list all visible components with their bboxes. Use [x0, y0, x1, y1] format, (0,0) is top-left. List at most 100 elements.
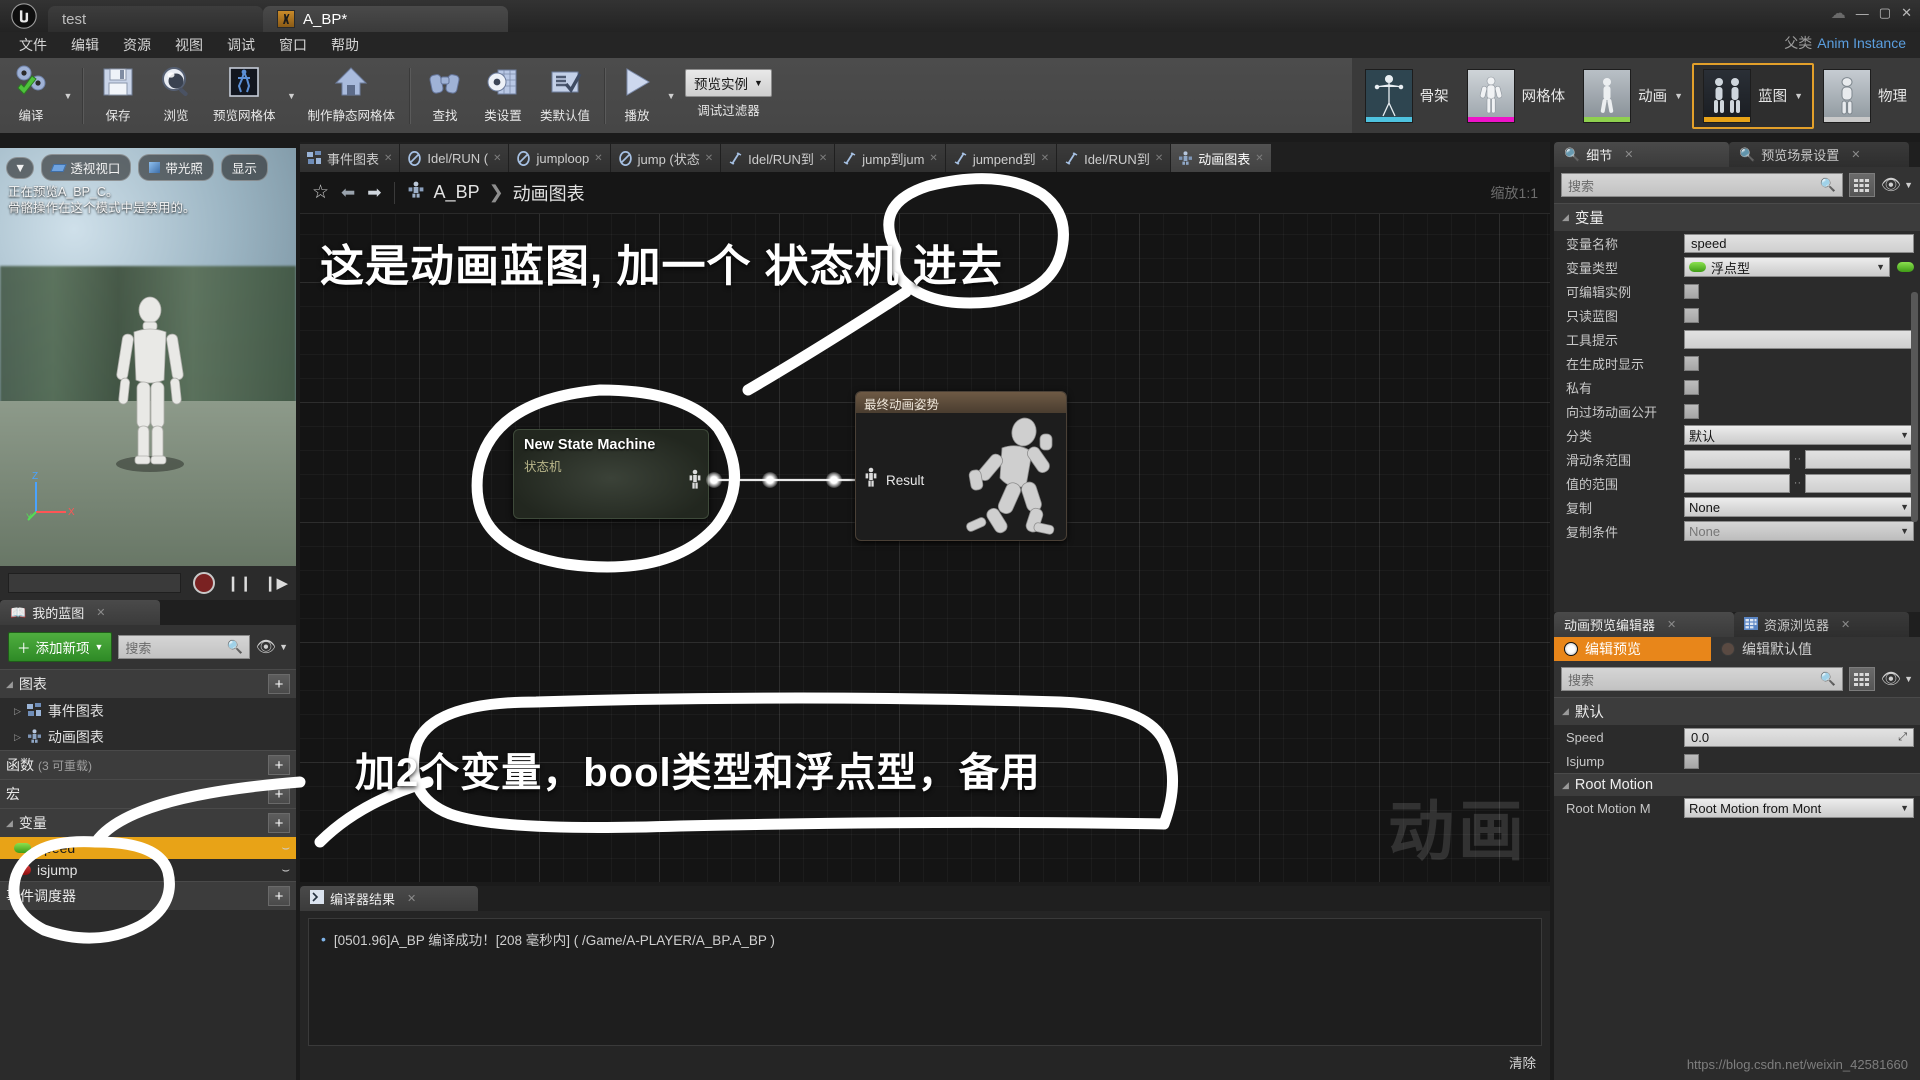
graph-item-event-graph[interactable]: ▷ 事件图表 [0, 698, 296, 724]
anim-preview-grid-view-button[interactable] [1848, 667, 1875, 691]
mode-button-physics[interactable]: 物理 [1814, 63, 1916, 129]
back-arrow-icon[interactable]: ⬅ [341, 183, 355, 203]
mode-button-animation[interactable]: 动画 ▼ [1574, 63, 1692, 129]
replication-condition-dropdown[interactable]: None ▼ [1684, 521, 1914, 541]
breadcrumb-item-blueprint[interactable]: A_BP [434, 182, 480, 203]
slider-range-min-input[interactable] [1684, 449, 1790, 469]
section-header-event-dispatchers[interactable]: 事件调度器 + [0, 881, 296, 910]
mode-button-skeleton[interactable]: 骨架 [1356, 63, 1458, 129]
close-icon[interactable]: ✕ [1041, 153, 1049, 164]
slider-range-max-input[interactable] [1805, 449, 1911, 469]
tab-compiler-results[interactable]: 编译器结果 ✕ [300, 886, 478, 911]
tooltip-input[interactable] [1684, 329, 1914, 349]
tab-preview-scene-settings[interactable]: 🔍 预览场景设置 ✕ [1729, 142, 1909, 167]
variable-type-dropdown[interactable]: 浮点型 ▼ [1684, 257, 1890, 277]
menu-item-asset[interactable]: 资源 [112, 32, 162, 58]
graph-item-anim-graph[interactable]: ▷ 动画图表 [0, 724, 296, 750]
mode-button-blueprint[interactable]: 蓝图 ▼ [1692, 62, 1814, 129]
breadcrumb-item-anim-graph[interactable]: 动画图表 [513, 180, 585, 206]
section-header-variables[interactable]: ◢ 变量 + [0, 808, 296, 837]
editable-instance-checkbox[interactable] [1684, 283, 1699, 299]
tab-my-blueprint[interactable]: 📖 我的蓝图 ✕ [0, 600, 160, 625]
anim-preview-search-input[interactable]: 搜索 🔍 [1561, 667, 1843, 691]
close-icon[interactable]: ✕ [929, 153, 937, 164]
menu-item-edit[interactable]: 编辑 [60, 32, 110, 58]
make-static-mesh-button[interactable]: 制作静态网格体 [300, 61, 404, 131]
preview-viewport[interactable]: ▼ 透视视口 带光照 显示 正在预览A_BP_C。 骨骼操作在这个模式中是禁用的… [0, 148, 296, 600]
close-button[interactable]: ✕ [1901, 5, 1912, 21]
close-icon[interactable]: ✕ [407, 892, 416, 905]
visibility-options-button[interactable]: 👁 ▼ [256, 637, 288, 657]
viewport-show-button[interactable]: 显示 [220, 154, 268, 181]
menu-item-view[interactable]: 视图 [164, 32, 214, 58]
add-variable-button[interactable]: + [268, 813, 290, 833]
close-icon[interactable]: ✕ [1851, 148, 1860, 161]
window-tab-abp[interactable]: A_BP* [263, 6, 508, 32]
tab-asset-browser[interactable]: 资源浏览器 ✕ [1734, 612, 1909, 637]
graph-tab-transition-1[interactable]: Idel/RUN到 ✕ [721, 144, 835, 172]
value-range-min-input[interactable] [1684, 473, 1790, 493]
variable-visibility-icon[interactable]: ⌣ [281, 862, 290, 878]
save-button[interactable]: 保存 [89, 61, 147, 131]
minimize-button[interactable]: — [1856, 6, 1869, 21]
details-scrollbar[interactable] [1911, 292, 1918, 522]
root-motion-mode-dropdown[interactable]: Root Motion from Mont ▼ [1684, 798, 1914, 818]
preview-mesh-chevron-down-icon[interactable]: ▼ [284, 61, 300, 131]
variable-visibility-icon[interactable]: ⌣ [281, 840, 290, 856]
clear-log-button[interactable]: 清除 [1509, 1052, 1536, 1072]
add-graph-button[interactable]: + [268, 674, 290, 694]
close-icon[interactable]: ✕ [96, 606, 105, 619]
add-macro-button[interactable]: + [268, 784, 290, 804]
close-icon[interactable]: ✕ [1155, 153, 1163, 164]
close-icon[interactable]: ✕ [1255, 153, 1263, 164]
anim-preview-visibility-button[interactable]: 👁 ▼ [1881, 669, 1913, 689]
viewport-scrubber[interactable] [8, 573, 181, 593]
close-icon[interactable]: ✕ [819, 153, 827, 164]
viewport-perspective-button[interactable]: 透视视口 [41, 154, 132, 181]
speed-input[interactable]: 0.0 ⤢ [1684, 727, 1914, 747]
close-icon[interactable]: ✕ [1667, 618, 1676, 631]
preview-mesh-button[interactable]: 预览网格体 [205, 61, 284, 131]
drag-handle-icon[interactable]: ⤢ [1898, 731, 1907, 744]
type-pin-swatch-icon[interactable] [1897, 262, 1914, 272]
viewport-options-chevron-down-icon[interactable]: ▼ [6, 156, 35, 179]
pause-icon[interactable]: ❙❙ [227, 574, 252, 592]
window-controls[interactable]: ☁ — ▢ ✕ [1831, 4, 1912, 22]
toggle-edit-defaults[interactable]: 编辑默认值 [1711, 637, 1822, 661]
menu-item-debug[interactable]: 调试 [216, 32, 266, 58]
add-dispatcher-button[interactable]: + [268, 886, 290, 906]
compiler-log[interactable]: • [0501.96]A_BP 编译成功！[208 毫秒内] ( /Game/A… [308, 918, 1542, 1046]
close-icon[interactable]: ✕ [384, 153, 392, 164]
section-header-graphs[interactable]: ◢ 图表 + [0, 669, 296, 698]
variable-item-speed[interactable]: speed ⌣ [0, 837, 296, 859]
variable-name-input[interactable]: speed [1684, 233, 1914, 253]
pose-pin-icon[interactable] [688, 469, 702, 496]
compile-button[interactable]: 编译 [2, 61, 60, 131]
debug-filter-dropdown[interactable]: 预览实例 ▼ [685, 68, 772, 97]
my-blueprint-search-input[interactable]: 搜索 🔍 [118, 635, 250, 659]
viewport-lit-button[interactable]: 带光照 [138, 154, 214, 181]
details-category-variable[interactable]: ◢ 变量 [1554, 203, 1920, 231]
maximize-button[interactable]: ▢ [1879, 5, 1891, 21]
close-icon[interactable]: ✕ [1624, 148, 1633, 161]
value-range-max-input[interactable] [1805, 473, 1911, 493]
variable-item-isjump[interactable]: isjump ⌣ [0, 859, 296, 881]
details-visibility-button[interactable]: 👁 ▼ [1881, 175, 1913, 195]
blueprint-readonly-checkbox[interactable] [1684, 307, 1699, 323]
parent-class-value[interactable]: Anim Instance [1817, 35, 1906, 51]
menu-item-file[interactable]: 文件 [8, 32, 58, 58]
isjump-checkbox[interactable] [1684, 753, 1699, 769]
section-header-functions[interactable]: 函数 (3 可重载) + [0, 750, 296, 779]
details-search-input[interactable]: 搜索 🔍 [1561, 173, 1843, 197]
show-on-spawn-checkbox[interactable] [1684, 355, 1699, 371]
graph-tab-transition-2[interactable]: jump到jum ✕ [835, 144, 945, 172]
toggle-edit-preview[interactable]: 编辑预览 [1554, 637, 1711, 661]
step-icon[interactable]: ❙▶ [264, 574, 288, 592]
category-dropdown[interactable]: 默认 ▼ [1684, 425, 1914, 445]
class-defaults-button[interactable]: 类默认值 [532, 61, 598, 131]
pose-pin-icon[interactable] [864, 467, 878, 494]
graph-tab-transition-4[interactable]: Idel/RUN到 ✕ [1057, 144, 1171, 172]
add-new-button[interactable]: ＋ 添加新项 ▼ [8, 632, 113, 662]
node-final-animation-pose[interactable]: 最终动画姿势 Result [855, 391, 1067, 541]
mode-button-mesh[interactable]: 网格体 [1458, 63, 1575, 129]
